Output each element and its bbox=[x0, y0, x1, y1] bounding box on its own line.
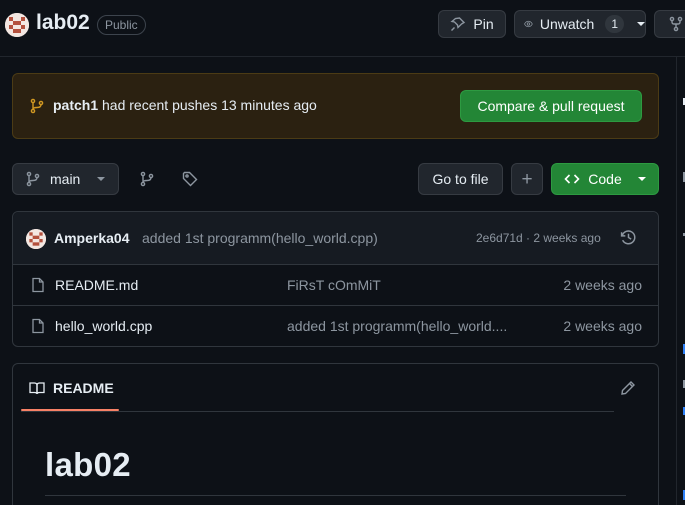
file-name[interactable]: hello_world.cpp bbox=[55, 318, 152, 334]
branch-select-button[interactable]: main bbox=[12, 163, 119, 195]
pin-label: Pin bbox=[473, 16, 494, 32]
file-icon bbox=[32, 318, 44, 334]
banner-text: patch1 had recent pushes 13 minutes ago bbox=[53, 97, 317, 113]
pin-button[interactable]: Pin bbox=[438, 10, 506, 38]
branch-icon bbox=[30, 98, 44, 114]
sidebar-divider bbox=[676, 56, 677, 505]
tab-readme[interactable]: README bbox=[53, 380, 114, 396]
pin-icon bbox=[450, 17, 466, 31]
code-label: Code bbox=[588, 171, 622, 187]
code-icon bbox=[564, 174, 580, 184]
banner-branch-name[interactable]: patch1 bbox=[53, 97, 98, 113]
eye-icon bbox=[524, 20, 533, 28]
commit-meta[interactable]: 2e6d71d · 2 weeks ago bbox=[476, 231, 601, 245]
chevron-down-icon bbox=[97, 177, 106, 181]
branches-icon bbox=[140, 171, 154, 187]
file-name[interactable]: README.md bbox=[55, 277, 138, 293]
commit-author-avatar[interactable] bbox=[26, 229, 46, 249]
plus-icon: + bbox=[521, 168, 533, 190]
file-commit-message[interactable]: added 1st programm(hello_world.... bbox=[287, 318, 507, 334]
file-age: 2 weeks ago bbox=[563, 318, 642, 334]
active-tab-underline bbox=[21, 409, 119, 411]
chevron-down-icon bbox=[637, 177, 646, 181]
repo-name[interactable]: lab02 bbox=[36, 11, 90, 35]
tag-icon bbox=[182, 171, 198, 187]
divider bbox=[21, 411, 614, 412]
chevron-down-icon bbox=[637, 22, 645, 26]
pencil-icon bbox=[621, 381, 635, 395]
edit-readme-button[interactable] bbox=[620, 380, 636, 396]
compare-pull-request-button[interactable]: Compare & pull request bbox=[460, 90, 642, 122]
compare-pull-request-label: Compare & pull request bbox=[477, 98, 625, 114]
file-icon bbox=[32, 277, 44, 293]
readme-heading: lab02 bbox=[45, 446, 131, 483]
add-file-button[interactable]: + bbox=[511, 163, 543, 195]
code-button[interactable]: Code bbox=[551, 163, 659, 195]
branch-icon bbox=[26, 171, 40, 187]
unwatch-label: Unwatch bbox=[539, 16, 595, 32]
fork-icon bbox=[669, 16, 683, 32]
watch-count-badge: 1 bbox=[605, 15, 624, 33]
unwatch-button[interactable]: Unwatch 1 bbox=[514, 10, 646, 38]
repo-owner-avatar[interactable] bbox=[5, 13, 29, 37]
header-divider bbox=[0, 56, 685, 57]
branch-name: main bbox=[50, 171, 81, 187]
commit-history-button[interactable] bbox=[620, 229, 637, 246]
banner-message: had recent pushes 13 minutes ago bbox=[102, 97, 317, 113]
book-icon bbox=[29, 382, 45, 395]
file-commit-message[interactable]: FiRsT cOmMiT bbox=[287, 277, 381, 293]
go-to-file-label: Go to file bbox=[432, 171, 489, 187]
history-icon bbox=[620, 230, 636, 245]
readme-heading-rule bbox=[45, 495, 626, 496]
visibility-badge: Public bbox=[97, 15, 146, 35]
tags-link[interactable] bbox=[182, 171, 198, 187]
branches-link[interactable] bbox=[139, 171, 155, 187]
go-to-file-button[interactable]: Go to file bbox=[418, 163, 503, 195]
commit-message[interactable]: added 1st programm(hello_world.cpp) bbox=[142, 230, 378, 246]
file-age: 2 weeks ago bbox=[563, 277, 642, 293]
fork-button[interactable] bbox=[654, 10, 685, 38]
commit-author[interactable]: Amperka04 bbox=[54, 230, 130, 246]
